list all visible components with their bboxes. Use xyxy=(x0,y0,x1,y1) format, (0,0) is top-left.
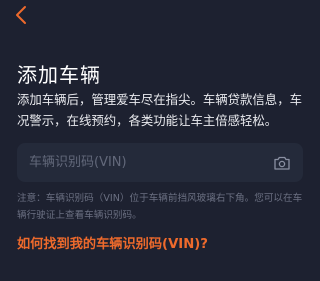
camera-icon xyxy=(274,156,290,170)
back-button[interactable] xyxy=(10,4,32,26)
vin-input[interactable] xyxy=(29,155,273,170)
vin-field xyxy=(17,143,303,182)
camera-scan-button[interactable] xyxy=(273,154,291,172)
vin-location-note: 注意：车辆识别码（VIN）位于车辆前挡风玻璃右下角。您可以在车辆行驶证上查看车辆… xyxy=(17,193,303,221)
page-description: 添加车辆后，管理爱车尽在指尖。车辆贷款信息，车况警示，在线预约，各类功能让车主倍… xyxy=(17,92,302,128)
chevron-left-icon xyxy=(16,6,26,24)
find-vin-help-link[interactable]: 如何找到我的车辆识别码(VIN)? xyxy=(17,235,208,255)
page-title: 添加车辆 xyxy=(17,63,101,87)
